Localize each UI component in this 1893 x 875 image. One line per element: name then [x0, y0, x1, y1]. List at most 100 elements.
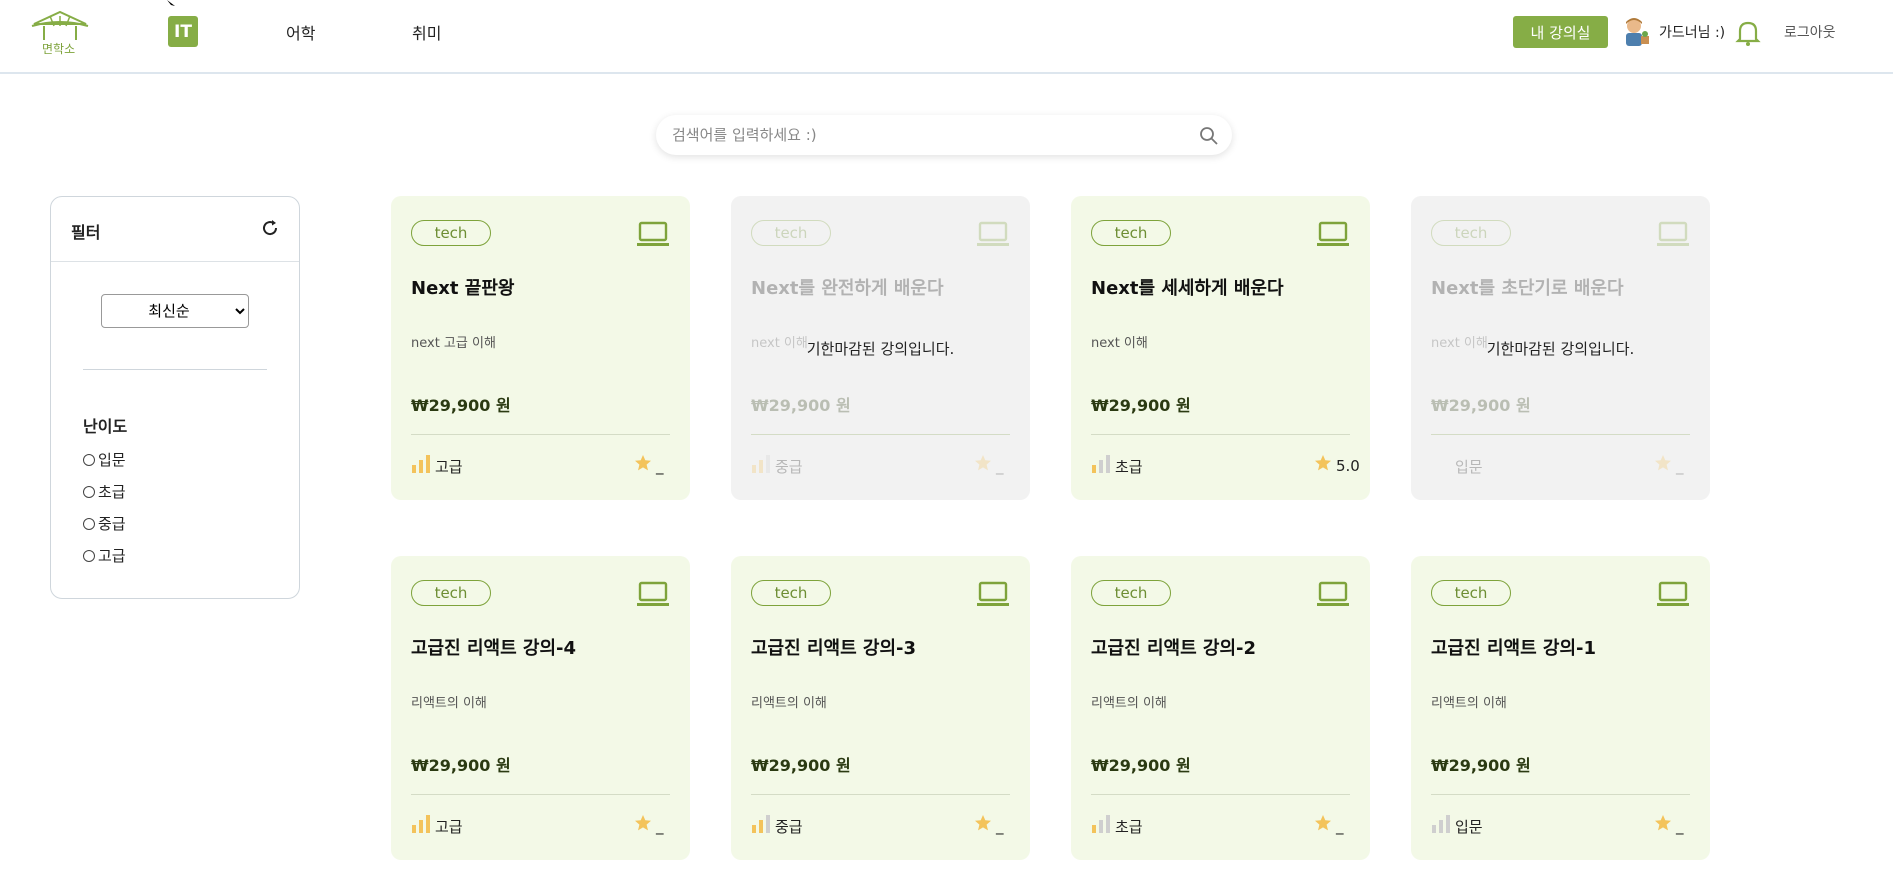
- course-title[interactable]: Next를 초단기로 배운다: [1431, 274, 1624, 300]
- divider: [411, 794, 670, 795]
- course-card[interactable]: tech Next 끝판왕 next 고급 이해 ₩29,900 원 고급 _: [391, 196, 690, 500]
- laptop-icon: [1317, 221, 1349, 246]
- course-description: next 이해: [1091, 336, 1148, 351]
- logo-text: 면학소: [42, 42, 76, 56]
- level-radio-intermediate[interactable]: 중급: [83, 513, 126, 534]
- star-icon: [975, 455, 991, 471]
- course-card[interactable]: tech Next를 완전하게 배운다 next 이해 ₩29,900 원 중급 _ 기한마…: [731, 196, 1030, 500]
- star-icon: [1315, 455, 1331, 471]
- radio-label: 중급: [98, 515, 126, 533]
- divider: [1431, 434, 1690, 435]
- radio-label: 입문: [98, 451, 126, 469]
- level-bars-icon: [1092, 455, 1110, 473]
- course-price: ₩29,900 원: [1091, 756, 1191, 775]
- course-title[interactable]: 고급진 리액트 강의-2: [1091, 634, 1256, 660]
- category-tag: tech: [751, 220, 831, 246]
- search-input[interactable]: [672, 115, 1172, 155]
- radio-button[interactable]: [83, 549, 95, 562]
- radio-button[interactable]: [83, 485, 95, 498]
- course-card[interactable]: tech Next를 초단기로 배운다 next 이해 ₩29,900 원 입문 _ 기한마…: [1411, 196, 1710, 500]
- refresh-icon[interactable]: [261, 219, 279, 237]
- nav-tab-language[interactable]: 어학: [286, 20, 315, 44]
- course-description: 리액트의 이해: [411, 696, 487, 711]
- star-icon: [1655, 815, 1671, 831]
- course-price: ₩29,900 원: [751, 396, 851, 415]
- category-tag: tech: [751, 580, 831, 606]
- category-tag: tech: [1091, 580, 1171, 606]
- level-radio-beginner[interactable]: 초급: [83, 481, 126, 502]
- laptop-icon: [977, 221, 1009, 246]
- level-filter-title: 난이도: [83, 417, 128, 436]
- sort-select[interactable]: 최신순: [101, 294, 249, 328]
- nav-tab-it[interactable]: IT: [168, 16, 198, 47]
- category-tag: tech: [1431, 220, 1511, 246]
- level-label: 입문: [1455, 458, 1483, 476]
- course-card[interactable]: tech 고급진 리액트 강의-4 리액트의 이해 ₩29,900 원 고급 _: [391, 556, 690, 860]
- divider: [83, 369, 267, 370]
- radio-button[interactable]: [83, 453, 95, 466]
- rating-value: 5.0: [1336, 457, 1360, 475]
- laptop-icon: [637, 221, 669, 246]
- level-radio-advanced[interactable]: 고급: [83, 545, 126, 566]
- mouse-cursor-icon: [167, 0, 175, 6]
- level-label: 초급: [1115, 818, 1143, 836]
- level-bars-icon: [412, 815, 430, 833]
- course-title[interactable]: 고급진 리액트 강의-4: [411, 634, 576, 660]
- divider: [751, 794, 1010, 795]
- laptop-icon: [977, 581, 1009, 606]
- rating-value: _: [1676, 817, 1684, 835]
- course-description: 리액트의 이해: [1091, 696, 1167, 711]
- search-icon[interactable]: [1199, 126, 1219, 146]
- level-bars-icon: [752, 815, 770, 833]
- expired-notice: 기한마감된 강의입니다.: [1486, 340, 1635, 358]
- laptop-icon: [1657, 581, 1689, 606]
- divider: [411, 434, 670, 435]
- level-bars-icon: [412, 455, 430, 473]
- rating-value: _: [996, 817, 1004, 835]
- course-title[interactable]: 고급진 리액트 강의-3: [751, 634, 916, 660]
- filter-panel: 필터 최신순 난이도 입문 초급 중급 고급: [50, 196, 300, 599]
- level-label: 중급: [775, 818, 803, 836]
- nav-tab-hobby[interactable]: 취미: [412, 20, 441, 44]
- star-icon: [1315, 815, 1331, 831]
- radio-button[interactable]: [83, 517, 95, 530]
- laptop-icon: [1657, 221, 1689, 246]
- logout-link[interactable]: 로그아웃: [1784, 22, 1836, 42]
- course-price: ₩29,900 원: [751, 756, 851, 775]
- course-card[interactable]: tech Next를 세세하게 배운다 next 이해 ₩29,900 원 초급 5.0: [1071, 196, 1370, 500]
- course-price: ₩29,900 원: [411, 756, 511, 775]
- top-header: 면학소 IT 어학 취미 내 강의실 가드너님 :) 로그아웃: [0, 0, 1893, 74]
- radio-label: 초급: [98, 483, 126, 501]
- rating-value: _: [1336, 817, 1344, 835]
- course-card[interactable]: tech 고급진 리액트 강의-2 리액트의 이해 ₩29,900 원초급 _: [1071, 556, 1370, 860]
- course-card[interactable]: tech 고급진 리액트 강의-1 리액트의 이해 ₩29,900 원 입문 _: [1411, 556, 1710, 860]
- level-label: 입문: [1455, 818, 1483, 836]
- filter-title: 필터: [71, 223, 101, 242]
- course-card[interactable]: tech 고급진 리액트 강의-3 리액트의 이해 ₩29,900 원중급 _: [731, 556, 1030, 860]
- bell-icon[interactable]: [1735, 19, 1761, 47]
- avatar[interactable]: [1621, 16, 1651, 48]
- level-radio-intro[interactable]: 입문: [83, 449, 126, 470]
- course-price: ₩29,900 원: [1431, 756, 1531, 775]
- level-label: 고급: [435, 458, 463, 476]
- rating-value: _: [656, 457, 664, 475]
- course-title[interactable]: 고급진 리액트 강의-1: [1431, 634, 1596, 660]
- laptop-icon: [1317, 581, 1349, 606]
- star-icon: [975, 815, 991, 831]
- category-tag: tech: [411, 220, 491, 246]
- level-bars-icon: [1092, 815, 1110, 833]
- level-bars-icon: [752, 455, 770, 473]
- course-title[interactable]: Next를 세세하게 배운다: [1091, 274, 1284, 300]
- divider: [51, 261, 299, 262]
- course-price: ₩29,900 원: [1091, 396, 1191, 415]
- star-icon: [1655, 455, 1671, 471]
- my-classroom-button[interactable]: 내 강의실: [1513, 16, 1608, 48]
- category-tag: tech: [1091, 220, 1171, 246]
- course-title[interactable]: Next를 완전하게 배운다: [751, 274, 944, 300]
- level-bars-icon: [1432, 815, 1450, 833]
- user-name[interactable]: 가드너님 :): [1659, 22, 1725, 42]
- course-price: ₩29,900 원: [411, 396, 511, 415]
- course-description: 리액트의 이해: [751, 696, 827, 711]
- course-title[interactable]: Next 끝판왕: [411, 274, 514, 300]
- category-tag: tech: [411, 580, 491, 606]
